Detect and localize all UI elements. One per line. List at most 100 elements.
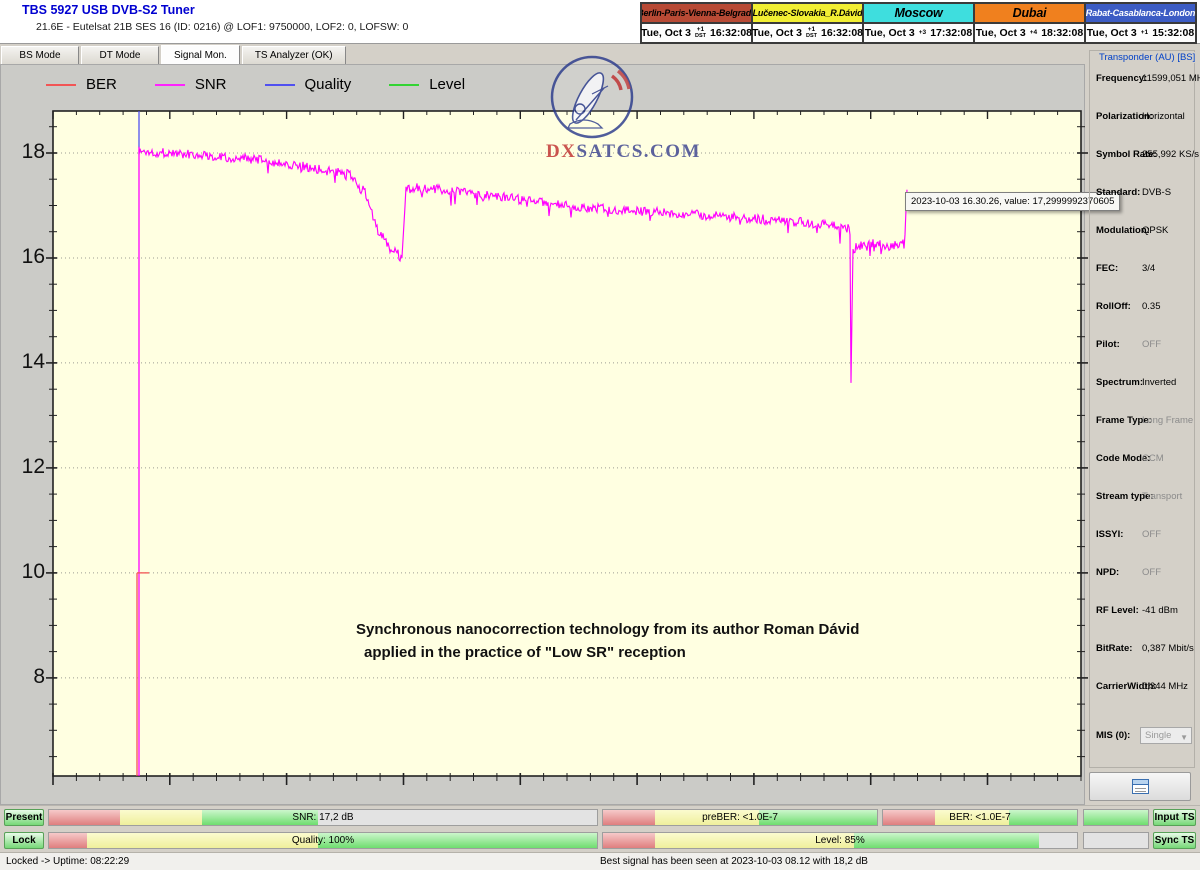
clock-time: Tue, Oct 3+115:32:08 [1086,24,1195,42]
mis-label: MIS (0): [1096,730,1130,741]
field-value: 0,344 MHz [1142,681,1188,692]
y-axis-tick-label: 16 [1,245,45,269]
transport-list-button[interactable] [1089,772,1191,801]
clock-time: Tue, Oct 3+418:32:08 [975,24,1084,42]
field-label: NPD: [1096,567,1119,578]
transponder-row-frame-type-: Frame Type:Long Frame [1096,415,1192,429]
gauge-label: Quality: 100% [49,833,597,848]
field-value: DVB-S [1142,187,1171,198]
clock-3: MoscowTue, Oct 3+317:32:08 [864,4,975,42]
y-axis-tick-label: 18 [1,140,45,164]
quality-gauge: Quality: 100% [48,832,598,849]
field-value: Horizontal [1142,111,1185,122]
y-axis-tick-label: 10 [1,560,45,584]
tab-bar: BS ModeDT ModeSignal Mon.TS Analyzer (OK… [0,44,1085,65]
mis-value: Single [1145,730,1171,741]
legend-line-icon [389,84,419,86]
legend-item-snr: SNR [155,76,227,93]
preber-gauge: preBER: <1.0E-7 [602,809,878,826]
ber-gauge: BER: <1.0E-7 [882,809,1078,826]
tab-bs-mode[interactable]: BS Mode [1,46,79,64]
transponder-row-rolloff-: RollOff:0.35 [1096,301,1192,315]
transponder-row-frequency-: Frequency:11599,051 MHz [1096,73,1192,87]
sync-ts-button[interactable]: Sync TS [1153,832,1196,849]
transponder-subtitle: 21.6E - Eutelsat 21B SES 16 (ID: 0216) @… [36,21,408,33]
transponder-row-npd-: NPD: OFF [1096,567,1192,581]
y-axis-tick-label: 12 [1,455,45,479]
transponder-row-spectrum-: Spectrum:Inverted [1096,377,1192,391]
input-ts-gauge [1083,809,1149,826]
transponder-groupbox: Transponder (AU) [BS] MIS (0): Single ▼ F… [1089,50,1195,768]
gauge-label: BER: <1.0E-7 [883,810,1077,825]
transponder-row-code-mode-: Code Mode:CCM [1096,453,1192,467]
transponder-row-bitrate-: BitRate: 0,387 Mbit/s [1096,643,1192,657]
transponder-row-carrierwidth-: CarrierWidth:0,344 MHz [1096,681,1192,695]
lock-uptime-status: Locked -> Uptime: 08:22:29 [6,856,129,867]
field-value: OFF [1142,339,1161,350]
input-ts-button[interactable]: Input TS [1153,809,1196,826]
tuner-app-window: TBS 5927 USB DVB-S2 Tuner 21.6E - Eutels… [0,0,1200,870]
tab-ts-analyzer-ok-[interactable]: TS Analyzer (OK) [242,46,346,64]
field-value: OFF [1142,567,1161,578]
transponder-row-modulation-: Modulation:QPSK [1096,225,1192,239]
clock-time: Tue, Oct 3+1DST16:32:08 [753,24,862,42]
clock-city: Moscow [864,4,973,24]
chevron-down-icon: ▼ [1180,730,1188,745]
gauge-label: SNR: 17,2 dB [49,810,597,825]
transponder-title: Transponder (AU) [BS] [1097,52,1197,63]
field-label: Pilot: [1096,339,1120,350]
legend-item-ber: BER [46,76,117,93]
titlebar: TBS 5927 USB DVB-S2 Tuner 21.6E - Eutels… [0,0,1200,44]
clock-1: Berlin-Paris-Vienna-BelgradeTue, Oct 3+1… [642,4,753,42]
transponder-row-pilot-: Pilot: OFF [1096,339,1192,353]
best-signal-status: Best signal has been seen at 2023-10-03 … [600,856,868,867]
signal-gauges-area: Present SNR: 17,2 dB preBER: <1.0E-7 BER… [0,805,1200,853]
field-label: Frequency: [1096,73,1147,84]
field-value: Transport [1142,491,1182,502]
field-value: QPSK [1142,225,1168,236]
field-value: 11599,051 MHz [1142,73,1200,84]
mis-dropdown[interactable]: Single ▼ [1140,727,1192,744]
field-label: RF Level: [1096,605,1139,616]
y-axis-tick-label: 8 [1,665,45,689]
clock-city: Rabat-Casablanca-London [1086,4,1195,24]
field-value: CCM [1142,453,1164,464]
annotation-line1: Synchronous nanocorrection technology fr… [356,618,859,641]
transponder-panel: Transponder (AU) [BS] MIS (0): Single ▼ F… [1085,42,1200,808]
clock-city: Berlin-Paris-Vienna-Belgrade [642,4,751,24]
field-value: Long Frame [1142,415,1193,426]
field-label: BitRate: [1096,643,1132,654]
gauge-label: Level: 85% [603,833,1077,848]
clock-5: Rabat-Casablanca-LondonTue, Oct 3+115:32… [1086,4,1195,42]
tab-signal-mon-[interactable]: Signal Mon. [161,45,240,65]
lock-button[interactable]: Lock [4,832,44,849]
level-gauge: Level: 85% [602,832,1078,849]
clock-time: Tue, Oct 3+1DST16:32:08 [642,24,751,42]
gauge-label: preBER: <1.0E-7 [603,810,877,825]
mis-row: MIS (0): Single ▼ [1096,727,1192,745]
field-label: ISSYI: [1096,529,1123,540]
snr-gauge: SNR: 17,2 dB [48,809,598,826]
clock-4: DubaiTue, Oct 3+418:32:08 [975,4,1086,42]
field-value: -41 dBm [1142,605,1178,616]
field-value: 3/4 [1142,263,1155,274]
legend-line-icon [155,84,185,86]
legend-line-icon [46,84,76,86]
present-button[interactable]: Present [4,809,44,826]
clock-city: Lučenec-Slovakia_R.Dávid [753,4,862,24]
transponder-row-fec-: FEC: 3/4 [1096,263,1192,277]
legend-line-icon [265,84,295,86]
tab-dt-mode[interactable]: DT Mode [81,46,159,64]
field-label: Spectrum: [1096,377,1143,388]
clock-time: Tue, Oct 3+317:32:08 [864,24,973,42]
field-value: 0,387 Mbit/s [1142,643,1194,654]
annotation-line2: applied in the practice of "Low SR" rece… [356,641,859,664]
field-label: FEC: [1096,263,1118,274]
chart-annotation: Synchronous nanocorrection technology fr… [356,618,859,664]
field-value: OFF [1142,529,1161,540]
transponder-row-issyi-: ISSYI: OFF [1096,529,1192,543]
transponder-row-polarization-: Polarization:Horizontal [1096,111,1192,125]
signal-monitor-chart-panel: BERSNRQualityLevel Synchronous nanocorre… [0,64,1085,805]
legend-item-quality: Quality [265,76,352,93]
field-value: 0.35 [1142,301,1161,312]
